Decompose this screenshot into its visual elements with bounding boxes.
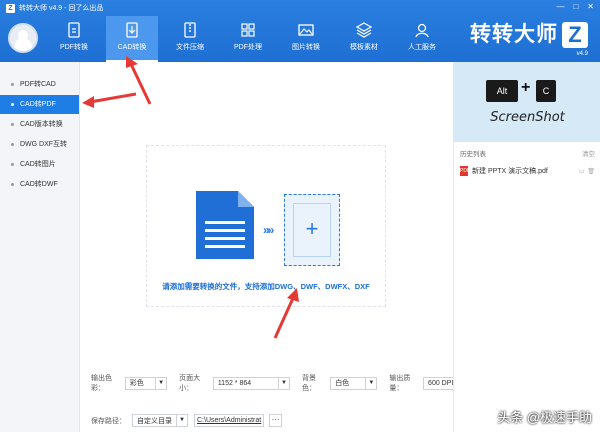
- quality-value: 600 DPI: [428, 379, 454, 387]
- ad-caption: ScreenShot: [490, 110, 565, 125]
- page-size-select[interactable]: 1152 * 864 ▼: [212, 376, 291, 390]
- c-key: C: [536, 80, 556, 102]
- chevron-down-icon: ▼: [365, 377, 376, 389]
- background-value: 白色: [335, 380, 350, 387]
- nav-label: PDF转换: [60, 44, 88, 51]
- cad-convert-icon: [126, 22, 138, 38]
- brand-version: v4.9: [576, 51, 588, 57]
- chevron-down-icon: ▼: [176, 415, 187, 426]
- history-clear-button[interactable]: 清空: [582, 148, 595, 158]
- brand-letter: Z: [562, 22, 588, 48]
- sidebar-item-dwg-dxf[interactable]: DWG DXF互转: [0, 135, 79, 154]
- sidebar-item-cad-to-image[interactable]: CAD转图片: [0, 155, 79, 174]
- background-select[interactable]: 白色 ▼: [330, 376, 378, 390]
- chevron-down-icon: ▼: [155, 377, 166, 389]
- minimize-button[interactable]: —: [556, 2, 564, 11]
- add-file-button[interactable]: +: [284, 194, 340, 266]
- output-color-select[interactable]: 彩色 ▼: [124, 376, 168, 390]
- window-controls: — □ ✕: [556, 2, 594, 11]
- browse-button[interactable]: ···: [269, 414, 282, 427]
- output-settings: 输出色彩： 彩色 ▼ 页面大小： 1152 * 864 ▼ 背景色： 白色 ▼ …: [91, 373, 468, 393]
- history-item-actions: ▭ 🗑: [579, 168, 595, 175]
- chevron-down-icon: ▼: [278, 377, 289, 389]
- folder-icon[interactable]: ▭: [579, 168, 585, 175]
- app-logo-icon: Z: [6, 3, 15, 13]
- sidebar-item-cad-to-dwf[interactable]: CAD转DWF: [0, 175, 79, 194]
- document-icon: [196, 191, 254, 259]
- watermark: 头条 @极速手助: [497, 410, 592, 425]
- file-drop-zone[interactable]: »» + 请添加需要转换的文件，支持添加DWG、DWF、DWFX、DXF: [146, 145, 386, 307]
- nav-label: CAD转换: [117, 44, 147, 51]
- save-path-input[interactable]: C:\Users\Administrat: [194, 414, 264, 427]
- output-color-value: 彩色: [129, 380, 144, 387]
- nav-label: 人工服务: [408, 44, 436, 51]
- page-size-value: 1152 * 864: [217, 379, 252, 387]
- main-nav: PDF转换 CAD转换 文件压缩 PDF处理 图片转换 模板素材 人工服务: [48, 16, 454, 62]
- support-icon: [415, 23, 429, 38]
- sidebar: PDF转CAD CAD转PDF CAD版本转换 DWG DXF互转 CAD转图片…: [0, 62, 80, 432]
- image-icon: [298, 24, 314, 36]
- history-item-name: 新建 PPTX 演示文稿.pdf: [472, 168, 548, 175]
- save-path-label: 保存路径：: [91, 417, 126, 425]
- delete-icon[interactable]: 🗑: [587, 168, 595, 175]
- close-button[interactable]: ✕: [587, 2, 594, 11]
- save-path-row: 保存路径： 自定义目录 ▼ C:\Users\Administrat ···: [91, 414, 282, 427]
- history-header: 历史列表 清空: [460, 148, 595, 158]
- nav-templates[interactable]: 模板素材: [338, 16, 390, 62]
- sidebar-item-cad-version[interactable]: CAD版本转换: [0, 115, 79, 134]
- screenshot-ad-banner[interactable]: Alt + C ScreenShot: [454, 62, 600, 142]
- history-title: 历史列表: [460, 151, 486, 158]
- double-arrow-icon: »»: [263, 223, 274, 237]
- history-item[interactable]: PDF 新建 PPTX 演示文稿.pdf ▭ 🗑: [460, 166, 595, 176]
- save-path-mode-select[interactable]: 自定义目录 ▼: [132, 414, 188, 427]
- top-header: Z 转转大师 v4.9 - 回了么出品 — □ ✕ PDF转换 CAD转换 文件…: [0, 0, 600, 62]
- pdf-convert-icon: [68, 22, 80, 38]
- nav-pdf-convert[interactable]: PDF转换: [48, 16, 100, 62]
- nav-label: PDF处理: [234, 44, 262, 51]
- maximize-button[interactable]: □: [573, 2, 578, 11]
- pdf-process-icon: [241, 23, 255, 37]
- nav-pdf-process[interactable]: PDF处理: [222, 16, 274, 62]
- zip-icon: [184, 22, 196, 38]
- ad-plus: +: [521, 79, 531, 96]
- sidebar-item-pdf-to-cad[interactable]: PDF转CAD: [0, 75, 79, 94]
- nav-support[interactable]: 人工服务: [396, 16, 448, 62]
- page-size-label: 页面大小：: [179, 375, 201, 392]
- user-avatar[interactable]: [8, 23, 38, 53]
- nav-label: 模板素材: [350, 44, 378, 51]
- plus-icon: +: [305, 216, 319, 241]
- background-label: 背景色：: [302, 375, 317, 392]
- right-panel: Alt + C ScreenShot 历史列表 清空 PDF 新建 PPTX 演…: [453, 62, 600, 432]
- brand-name: 转转大师: [470, 23, 558, 46]
- pdf-file-icon: PDF: [460, 166, 470, 176]
- sidebar-item-cad-to-pdf[interactable]: CAD转PDF: [0, 95, 79, 114]
- save-path-mode-value: 自定义目录: [137, 417, 172, 425]
- alt-key: Alt: [486, 80, 518, 102]
- nav-label: 文件压缩: [176, 44, 204, 51]
- nav-label: 图片转换: [292, 44, 320, 51]
- main-area: »» + 请添加需要转换的文件，支持添加DWG、DWF、DWFX、DXF 输出色…: [80, 62, 468, 432]
- nav-cad-convert[interactable]: CAD转换: [106, 16, 158, 62]
- app-title: 转转大师 v4.9 - 回了么出品: [19, 5, 104, 12]
- output-color-label: 输出色彩：: [91, 375, 112, 392]
- quality-label: 输出质量：: [389, 375, 411, 392]
- template-icon: [356, 22, 372, 38]
- nav-file-compress[interactable]: 文件压缩: [164, 16, 216, 62]
- brand-logo: 转转大师 Z: [470, 22, 588, 48]
- nav-image-convert[interactable]: 图片转换: [280, 16, 332, 62]
- drop-hint-text: 请添加需要转换的文件，支持添加DWG、DWF、DWFX、DXF: [162, 282, 370, 291]
- app-title-bar: Z 转转大师 v4.9 - 回了么出品: [6, 3, 103, 13]
